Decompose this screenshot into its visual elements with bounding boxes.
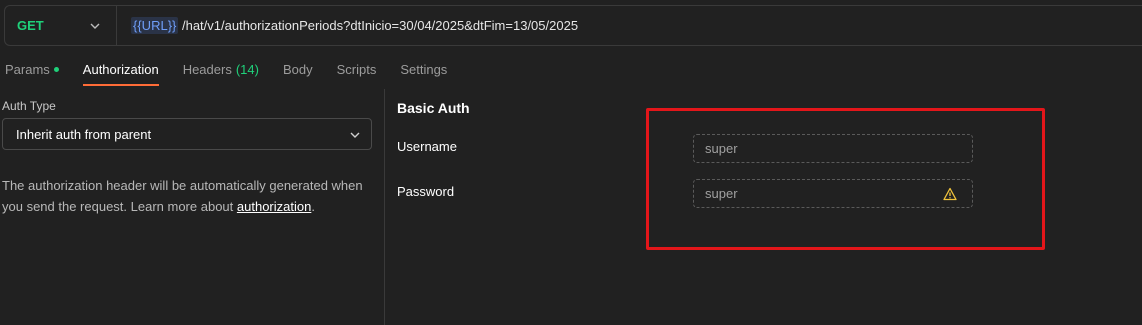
tab-params[interactable]: Params [5, 62, 59, 86]
tab-authorization[interactable]: Authorization [82, 62, 159, 86]
tab-settings-label: Settings [400, 62, 448, 77]
headers-count: (14) [235, 62, 259, 77]
auth-description-end: . [311, 199, 315, 214]
username-field[interactable]: super [693, 134, 973, 163]
method-selector[interactable]: GET [5, 6, 117, 45]
chevron-down-icon [90, 23, 100, 29]
warning-icon[interactable] [943, 187, 957, 201]
tab-params-label: Params [5, 62, 50, 77]
url-bar: GET {{URL}} /hat/v1/authorizationPeriods… [4, 5, 1142, 46]
auth-type-select[interactable]: Inherit auth from parent [2, 118, 372, 150]
tab-headers[interactable]: Headers (14) [183, 62, 259, 86]
tab-settings[interactable]: Settings [400, 62, 447, 86]
params-indicator-dot [53, 67, 59, 72]
tab-authorization-label: Authorization [82, 62, 159, 77]
tab-body-label: Body [282, 62, 313, 77]
auth-type-label: Auth Type [2, 99, 56, 113]
request-editor: GET {{URL}} /hat/v1/authorizationPeriods… [0, 0, 1142, 325]
method-label: GET [17, 18, 44, 33]
request-tabs: Params Authorization Headers (14) Body S… [5, 62, 471, 86]
tab-scripts[interactable]: Scripts [337, 62, 377, 86]
url-input[interactable]: {{URL}} /hat/v1/authorizationPeriods?dtI… [131, 17, 579, 34]
authorization-link[interactable]: authorization [237, 199, 311, 214]
basic-auth-title: Basic Auth [397, 100, 470, 116]
url-variable: {{URL}} [131, 17, 179, 34]
password-value: super [705, 186, 738, 201]
tab-scripts-label: Scripts [336, 62, 377, 77]
url-path: /hat/v1/authorizationPeriods?dtInicio=30… [178, 18, 579, 33]
username-label: Username [397, 139, 457, 154]
chevron-down-icon [350, 132, 360, 138]
password-label: Password [397, 184, 455, 199]
auth-description: The authorization header will be automat… [2, 175, 372, 217]
username-value: super [705, 141, 738, 156]
auth-type-value: Inherit auth from parent [16, 126, 152, 142]
tab-body[interactable]: Body [283, 62, 313, 86]
tab-headers-label: Headers [182, 62, 232, 77]
password-field[interactable]: super [693, 179, 973, 208]
panel-divider[interactable] [384, 89, 385, 325]
